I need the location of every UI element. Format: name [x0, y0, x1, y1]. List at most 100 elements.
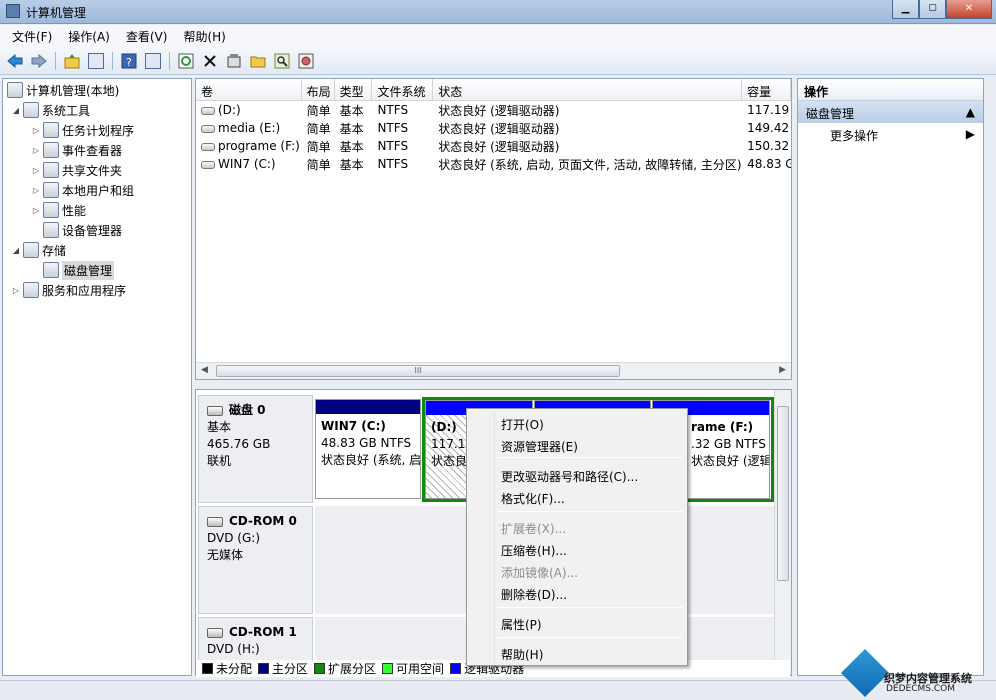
actions-title: 操作: [798, 79, 983, 101]
close-button[interactable]: ✕: [946, 0, 992, 19]
menu-item-extend-volume: 扩展卷(X)...: [501, 522, 567, 536]
tree-item-services-apps[interactable]: ▷ 服务和应用程序: [11, 280, 126, 300]
more-actions[interactable]: 更多操作 ▶: [798, 123, 983, 145]
expand-arrow-icon[interactable]: ▷: [31, 166, 41, 175]
tree-item-device-manager[interactable]: 设备管理器: [41, 220, 122, 240]
show-action-pane-button[interactable]: [142, 50, 164, 72]
toolbar: ?: [0, 47, 996, 75]
menu-item-explorer[interactable]: 资源管理器(E): [469, 435, 685, 455]
tree-item-local-users[interactable]: ▷ 本地用户和组: [31, 180, 134, 200]
forward-button[interactable]: [28, 50, 50, 72]
column-header-volume[interactable]: 卷: [196, 79, 302, 100]
toolbar-separator: [55, 51, 56, 70]
submenu-arrow-icon: ▶: [965, 127, 975, 141]
menu-separator: [497, 511, 683, 512]
expand-arrow-icon[interactable]: ▷: [31, 146, 41, 155]
properties-button[interactable]: [223, 50, 245, 72]
menu-item-properties[interactable]: 属性(P): [469, 613, 685, 633]
open-folder-button[interactable]: [247, 50, 269, 72]
computer-management-icon: [6, 4, 20, 18]
table-row[interactable]: (D:) 简单 基本 NTFS 状态良好 (逻辑驱动器) 117.19: [196, 101, 791, 119]
menu-item-change-drive-letter[interactable]: 更改驱动器号和路径(C)...: [469, 465, 685, 485]
table-cell: 150.32: [747, 139, 790, 153]
menu-item-open[interactable]: 打开(O): [469, 413, 685, 433]
table-cell: 状态良好 (逻辑驱动器): [438, 121, 560, 136]
more-actions-label: 更多操作: [830, 129, 879, 143]
expand-arrow-icon[interactable]: ▷: [11, 286, 21, 295]
disk-size: 465.76 GB: [207, 437, 271, 451]
actions-section-disk-management[interactable]: 磁盘管理 ▲: [798, 101, 983, 123]
tree-item-label: 任务计划程序: [62, 123, 135, 138]
column-header-capacity[interactable]: 容量: [742, 79, 791, 100]
services-icon: [23, 282, 39, 298]
scroll-right-icon[interactable]: ▶: [779, 365, 786, 375]
collapse-arrow-icon[interactable]: ◢: [11, 106, 21, 115]
table-row[interactable]: programe (F:) 简单 基本 NTFS 状态良好 (逻辑驱动器) 15…: [196, 137, 791, 155]
legend-swatch: [258, 663, 270, 674]
up-folder-button[interactable]: [61, 50, 83, 72]
scroll-left-icon[interactable]: ◀: [201, 365, 208, 375]
horizontal-scrollbar[interactable]: ◀ III ▶: [196, 362, 791, 379]
table-cell: 简单: [306, 139, 331, 154]
menu-bar: 文件(F) 操作(A) 查看(V) 帮助(H): [0, 25, 996, 47]
partition-c[interactable]: WIN7 (C:) 48.83 GB NTFS 状态良好 (系统, 启: [315, 399, 421, 499]
tree-item-system-tools[interactable]: ◢ 系统工具: [11, 100, 90, 120]
maximize-button[interactable]: ▢: [919, 0, 946, 19]
tree-item-storage[interactable]: ◢ 存储: [11, 240, 66, 260]
disk-properties-button[interactable]: [295, 50, 317, 72]
menu-file[interactable]: 文件(F): [4, 26, 60, 47]
minimize-button[interactable]: ▁: [892, 0, 919, 19]
menu-item-delete-volume[interactable]: 删除卷(D)...: [469, 583, 685, 603]
search-button[interactable]: [271, 50, 293, 72]
tree-item-performance[interactable]: ▷ 性能: [31, 200, 86, 220]
refresh-button[interactable]: [175, 50, 197, 72]
search-icon: [274, 53, 290, 68]
disk-name: 磁盘 0: [229, 403, 266, 417]
tree-item-event-viewer[interactable]: ▷ 事件查看器: [31, 140, 122, 160]
tree-item-label: 系统工具: [42, 103, 91, 118]
menu-help[interactable]: 帮助(H): [175, 26, 233, 47]
collapse-triangle-icon[interactable]: ▲: [966, 105, 975, 119]
legend-free-space: 可用空间: [382, 660, 444, 677]
help-button[interactable]: ?: [118, 50, 140, 72]
delete-x-icon: [204, 54, 216, 67]
collapse-arrow-icon[interactable]: ◢: [11, 246, 21, 255]
tree-item-disk-management[interactable]: 磁盘管理: [41, 260, 115, 280]
expand-arrow-icon[interactable]: ▷: [31, 126, 41, 135]
column-header-status[interactable]: 状态: [433, 79, 743, 100]
show-hide-tree-button[interactable]: [85, 50, 107, 72]
delete-button[interactable]: [199, 50, 221, 72]
legend-label: 未分配: [216, 662, 253, 676]
column-header-layout[interactable]: 布局: [302, 79, 335, 100]
volume-name: WIN7 (C:): [218, 157, 276, 171]
table-row[interactable]: media (E:) 简单 基本 NTFS 状态良好 (逻辑驱动器) 149.4…: [196, 119, 791, 137]
column-header-filesystem[interactable]: 文件系统: [372, 79, 434, 100]
menu-action[interactable]: 操作(A): [60, 26, 118, 47]
column-header-type[interactable]: 类型: [335, 79, 373, 100]
tree-item-task-scheduler[interactable]: ▷ 任务计划程序: [31, 120, 134, 140]
scrollbar-thumb[interactable]: III: [216, 365, 620, 377]
context-menu: 打开(O) 资源管理器(E) 更改驱动器号和路径(C)... 格式化(F)...…: [466, 408, 688, 666]
menu-item-format[interactable]: 格式化(F)...: [469, 487, 685, 507]
cd-drive-icon: [207, 627, 223, 638]
back-button[interactable]: [4, 50, 26, 72]
scrollbar-thumb[interactable]: [777, 406, 789, 581]
watermark: 织梦内容管理系统 DEDECMS.COM: [840, 648, 994, 698]
help-icon: ?: [121, 53, 137, 69]
menu-view[interactable]: 查看(V): [118, 26, 176, 47]
cdrom-0-label[interactable]: CD-ROM 0 DVD (G:) 无媒体: [198, 506, 313, 614]
menu-item-help[interactable]: 帮助(H): [469, 643, 685, 663]
table-cell: NTFS: [377, 139, 409, 153]
expand-arrow-icon[interactable]: ▷: [31, 206, 41, 215]
vertical-scrollbar[interactable]: [774, 390, 791, 675]
tree-item-shared-folders[interactable]: ▷ 共享文件夹: [31, 160, 122, 180]
expand-arrow-icon[interactable]: ▷: [31, 186, 41, 195]
table-cell: 简单: [306, 103, 331, 118]
disk-0-label[interactable]: 磁盘 0 基本 465.76 GB 联机: [198, 395, 313, 503]
disk-type: DVD (H:): [207, 642, 260, 656]
drive-icon: [201, 142, 215, 151]
table-row[interactable]: WIN7 (C:) 简单 基本 NTFS 状态良好 (系统, 启动, 页面文件,…: [196, 155, 791, 173]
table-cell: 基本: [339, 157, 364, 172]
tree-item-computer-management[interactable]: 计算机管理(本地): [5, 80, 119, 100]
menu-item-shrink-volume[interactable]: 压缩卷(H)...: [469, 539, 685, 559]
